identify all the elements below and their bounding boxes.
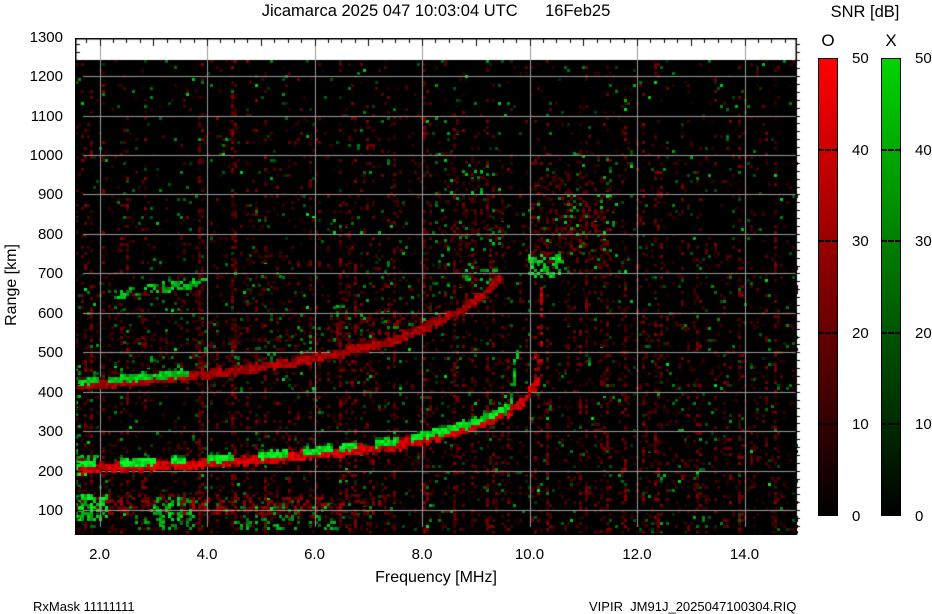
colorbar-tick-label: 20 — [915, 324, 932, 342]
y-tick-label: 1200 — [29, 68, 63, 86]
plot-title: Jicamarca 2025 047 10:03:04 UTC 16Feb25 — [261, 2, 611, 20]
x-tick-label: 10.0 — [514, 546, 545, 563]
y-tick-label: 400 — [37, 383, 63, 401]
colorbar-x-gradient — [881, 58, 901, 516]
colorbar-tick-label: 50 — [852, 50, 869, 67]
y-tick-label: 200 — [37, 462, 63, 480]
colorbar-tick-label: 30 — [915, 233, 932, 251]
x-tick-label: 8.0 — [411, 546, 433, 563]
y-tick-label: 1000 — [29, 147, 63, 164]
x-tick-label: 14.0 — [729, 546, 760, 563]
x-tick-label: 2.0 — [89, 546, 110, 563]
colorbar-tick-dash — [818, 331, 838, 334]
colorbar-tick-label: 10 — [915, 416, 932, 434]
colorbar-tick-label: 50 — [915, 50, 932, 67]
colorbar-tick-dash — [881, 331, 901, 334]
colorbar-tick-dash — [881, 148, 901, 151]
colorbar-tick-label: 0 — [915, 508, 924, 525]
colorbar-x-label: X — [885, 31, 897, 50]
y-tick-label: 300 — [37, 423, 63, 441]
colorbar-tick-dash — [881, 240, 901, 243]
y-tick-label: 1300 — [29, 28, 63, 46]
colorbar-tick-label: 40 — [915, 141, 932, 159]
x-tick-label: 12.0 — [622, 546, 652, 563]
colorbar-title: SNR [dB] — [830, 3, 900, 21]
colorbar-tick-dash — [881, 423, 901, 426]
colorbar-tick-dash — [818, 423, 838, 426]
source-file-text: VIPIR JM91J_2025047100304.RIQ — [589, 599, 797, 614]
x-tick-label: 4.0 — [196, 546, 218, 563]
y-tick-label: 1100 — [30, 107, 63, 125]
rxmask-text: RxMask 11111111 — [33, 599, 135, 614]
colorbar-tick-dash — [818, 240, 838, 243]
colorbar-tick-dash — [818, 148, 838, 151]
ionogram-page: Jicamarca 2025 047 10:03:04 UTC 16Feb25 … — [0, 0, 932, 614]
y-axis-title: Range [km] — [3, 244, 20, 326]
y-tick-label: 100 — [37, 502, 63, 520]
x-tick-label: 6.0 — [304, 546, 325, 563]
colorbar-tick-label: 0 — [852, 508, 861, 525]
x-axis-title: Frequency [MHz] — [375, 569, 497, 586]
colorbar-o-gradient — [818, 58, 838, 516]
colorbar-o-label: O — [821, 31, 835, 50]
ionogram-plot-canvas — [75, 38, 802, 535]
